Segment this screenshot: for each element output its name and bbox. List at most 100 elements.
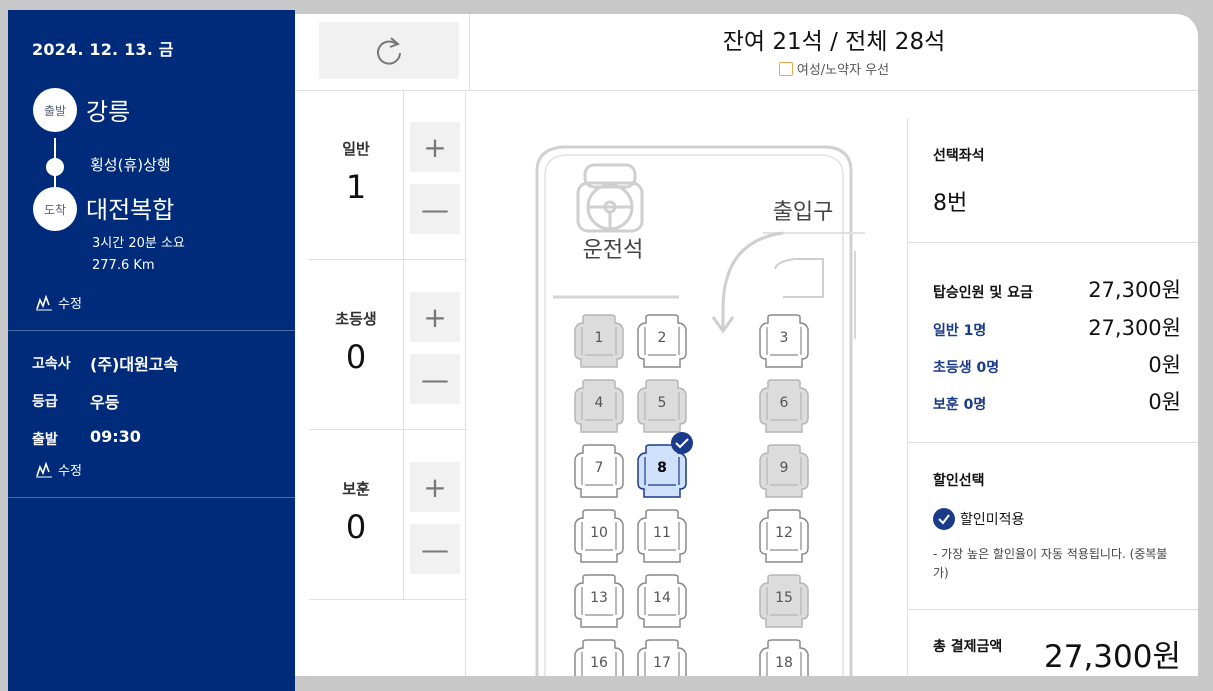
discount-option-none[interactable]: 할인미적용 — [933, 508, 1024, 530]
divider — [309, 429, 467, 430]
seat-2[interactable]: 2 — [637, 314, 687, 368]
priority-swatch — [778, 62, 793, 76]
child-fare-label: 초등생 0명 — [933, 360, 1000, 376]
child-minus-button[interactable]: — — [410, 354, 460, 404]
arrive-city: 대전복합 — [86, 196, 175, 224]
veteran-plus-button[interactable]: + — [410, 462, 460, 512]
seat-13[interactable]: 13 — [574, 574, 624, 628]
divider — [907, 442, 1198, 443]
trip-distance: 277.6 Km — [92, 258, 155, 273]
seat-number: 14 — [653, 590, 671, 606]
via-stop: 횡성(휴)상행 — [90, 156, 171, 174]
depart-time-label: 출발 — [32, 432, 58, 448]
seat-number: 11 — [653, 525, 671, 541]
passenger-count-veteran: 0 — [345, 508, 367, 546]
bus-seat-map: 운전석 출입구 1 2 34 5 67 8 910 11 1213 14 1516 17 18 — [535, 145, 865, 676]
check-circle-icon — [933, 508, 955, 530]
seat-9: 9 — [759, 444, 809, 498]
passenger-type-general: 일반 — [342, 140, 370, 158]
discount-option-label: 할인미적용 — [960, 512, 1025, 528]
discount-note: - 가장 높은 할인율이 자동 적용됩니다. (중복불가) — [933, 547, 1168, 580]
seat-6: 6 — [759, 379, 809, 433]
passenger-type-veteran: 보훈 — [342, 480, 370, 498]
seat-selection-card: 잔여 21석 / 전체 28석 여성/노약자 우선 일반 1 + — 초등생 0… — [295, 14, 1198, 676]
fare-total-value: 27,300원 — [1088, 278, 1181, 302]
edit-route-button[interactable]: 수정 — [34, 292, 82, 312]
fare-total-row: 탑승인원 및 요금 27,300원 — [933, 274, 1181, 304]
seat-number: 3 — [780, 330, 789, 346]
seat-8[interactable]: 8 — [637, 432, 693, 498]
seat-number: 5 — [658, 395, 667, 411]
general-fare-label: 일반 1명 — [933, 323, 987, 339]
seat-17[interactable]: 17 — [637, 639, 687, 676]
child-fare-value: 0원 — [1148, 353, 1181, 377]
divider — [907, 118, 908, 676]
driver-seat-label: 운전석 — [583, 238, 644, 263]
refresh-button[interactable] — [319, 22, 459, 79]
divider — [403, 90, 404, 600]
seat-number: 9 — [780, 460, 789, 476]
steering-wheel-icon — [576, 163, 644, 233]
general-fare-value: 27,300원 — [1088, 316, 1181, 340]
depart-city: 강릉 — [86, 98, 131, 126]
seat-3[interactable]: 3 — [759, 314, 809, 368]
seat-18[interactable]: 18 — [759, 639, 809, 676]
seat-number: 7 — [595, 460, 604, 476]
depart-time-value: 09:30 — [90, 427, 141, 446]
divider — [8, 330, 295, 331]
seat-number: 18 — [775, 655, 793, 671]
seat-number: 6 — [780, 395, 789, 411]
seat-1: 1 — [574, 314, 624, 368]
veteran-fare-label: 보훈 0명 — [933, 397, 987, 413]
seat-4: 4 — [574, 379, 624, 433]
discount-title: 할인선택 — [933, 473, 985, 489]
divider — [8, 497, 295, 498]
divider — [309, 599, 467, 600]
selected-seat-title: 선택좌석 — [933, 148, 985, 164]
veteran-fare-value: 0원 — [1148, 390, 1181, 414]
total-payment-value: 27,300원 — [1044, 639, 1181, 675]
entrance-label: 출입구 — [773, 200, 834, 225]
grade-label: 등급 — [32, 394, 58, 410]
seat-number: 8 — [657, 460, 667, 476]
seat-14[interactable]: 14 — [637, 574, 687, 628]
seat-number: 16 — [590, 655, 608, 671]
seat-count: 잔여 21석 / 전체 28석 — [722, 29, 946, 55]
child-fare-row: 초등생 0명 0원 — [933, 349, 1181, 379]
seat-grid: 1 2 34 5 67 8 910 11 1213 14 1516 17 18 — [574, 314, 809, 676]
via-dot — [46, 158, 64, 176]
edit-label: 수정 — [58, 296, 82, 312]
selected-check-icon — [671, 432, 693, 454]
veteran-minus-button[interactable]: — — [410, 524, 460, 574]
priority-legend: 여성/노약자 우선 — [470, 59, 1198, 78]
seat-12[interactable]: 12 — [759, 509, 809, 563]
fare-total-label: 탑승인원 및 요금 — [933, 285, 1033, 301]
priority-legend-label: 여성/노약자 우선 — [796, 63, 890, 78]
seat-16[interactable]: 16 — [574, 639, 624, 676]
grade-value: 우등 — [90, 393, 120, 412]
trip-duration: 3시간 20분 소요 — [92, 236, 185, 251]
seat-number: 10 — [590, 525, 608, 541]
refresh-icon — [377, 36, 401, 65]
company-label: 고속사 — [32, 356, 71, 372]
seat-number: 12 — [775, 525, 793, 541]
divider — [907, 242, 1198, 243]
passenger-count-general: 1 — [345, 168, 367, 206]
seat-10[interactable]: 10 — [574, 509, 624, 563]
depart-badge: 출발 — [33, 88, 77, 132]
general-plus-button[interactable]: + — [410, 122, 460, 172]
general-minus-button[interactable]: — — [410, 184, 460, 234]
divider — [309, 259, 467, 260]
company-value: (주)대원고속 — [90, 355, 179, 374]
trip-date: 2024. 12. 13. 금 — [32, 40, 174, 59]
edit-bus-button[interactable]: 수정 — [34, 459, 82, 479]
arrive-badge: 도착 — [33, 187, 77, 231]
general-fare-row: 일반 1명 27,300원 — [933, 312, 1181, 342]
child-plus-button[interactable]: + — [410, 292, 460, 342]
seat-7[interactable]: 7 — [574, 444, 624, 498]
seat-number: 15 — [775, 590, 793, 606]
seat-number: 4 — [595, 395, 604, 411]
trip-info-panel: 2024. 12. 13. 금 출발 강릉 횡성(휴)상행 도착 대전복합 3시… — [8, 10, 295, 691]
seat-11[interactable]: 11 — [637, 509, 687, 563]
edit-label: 수정 — [58, 463, 82, 479]
